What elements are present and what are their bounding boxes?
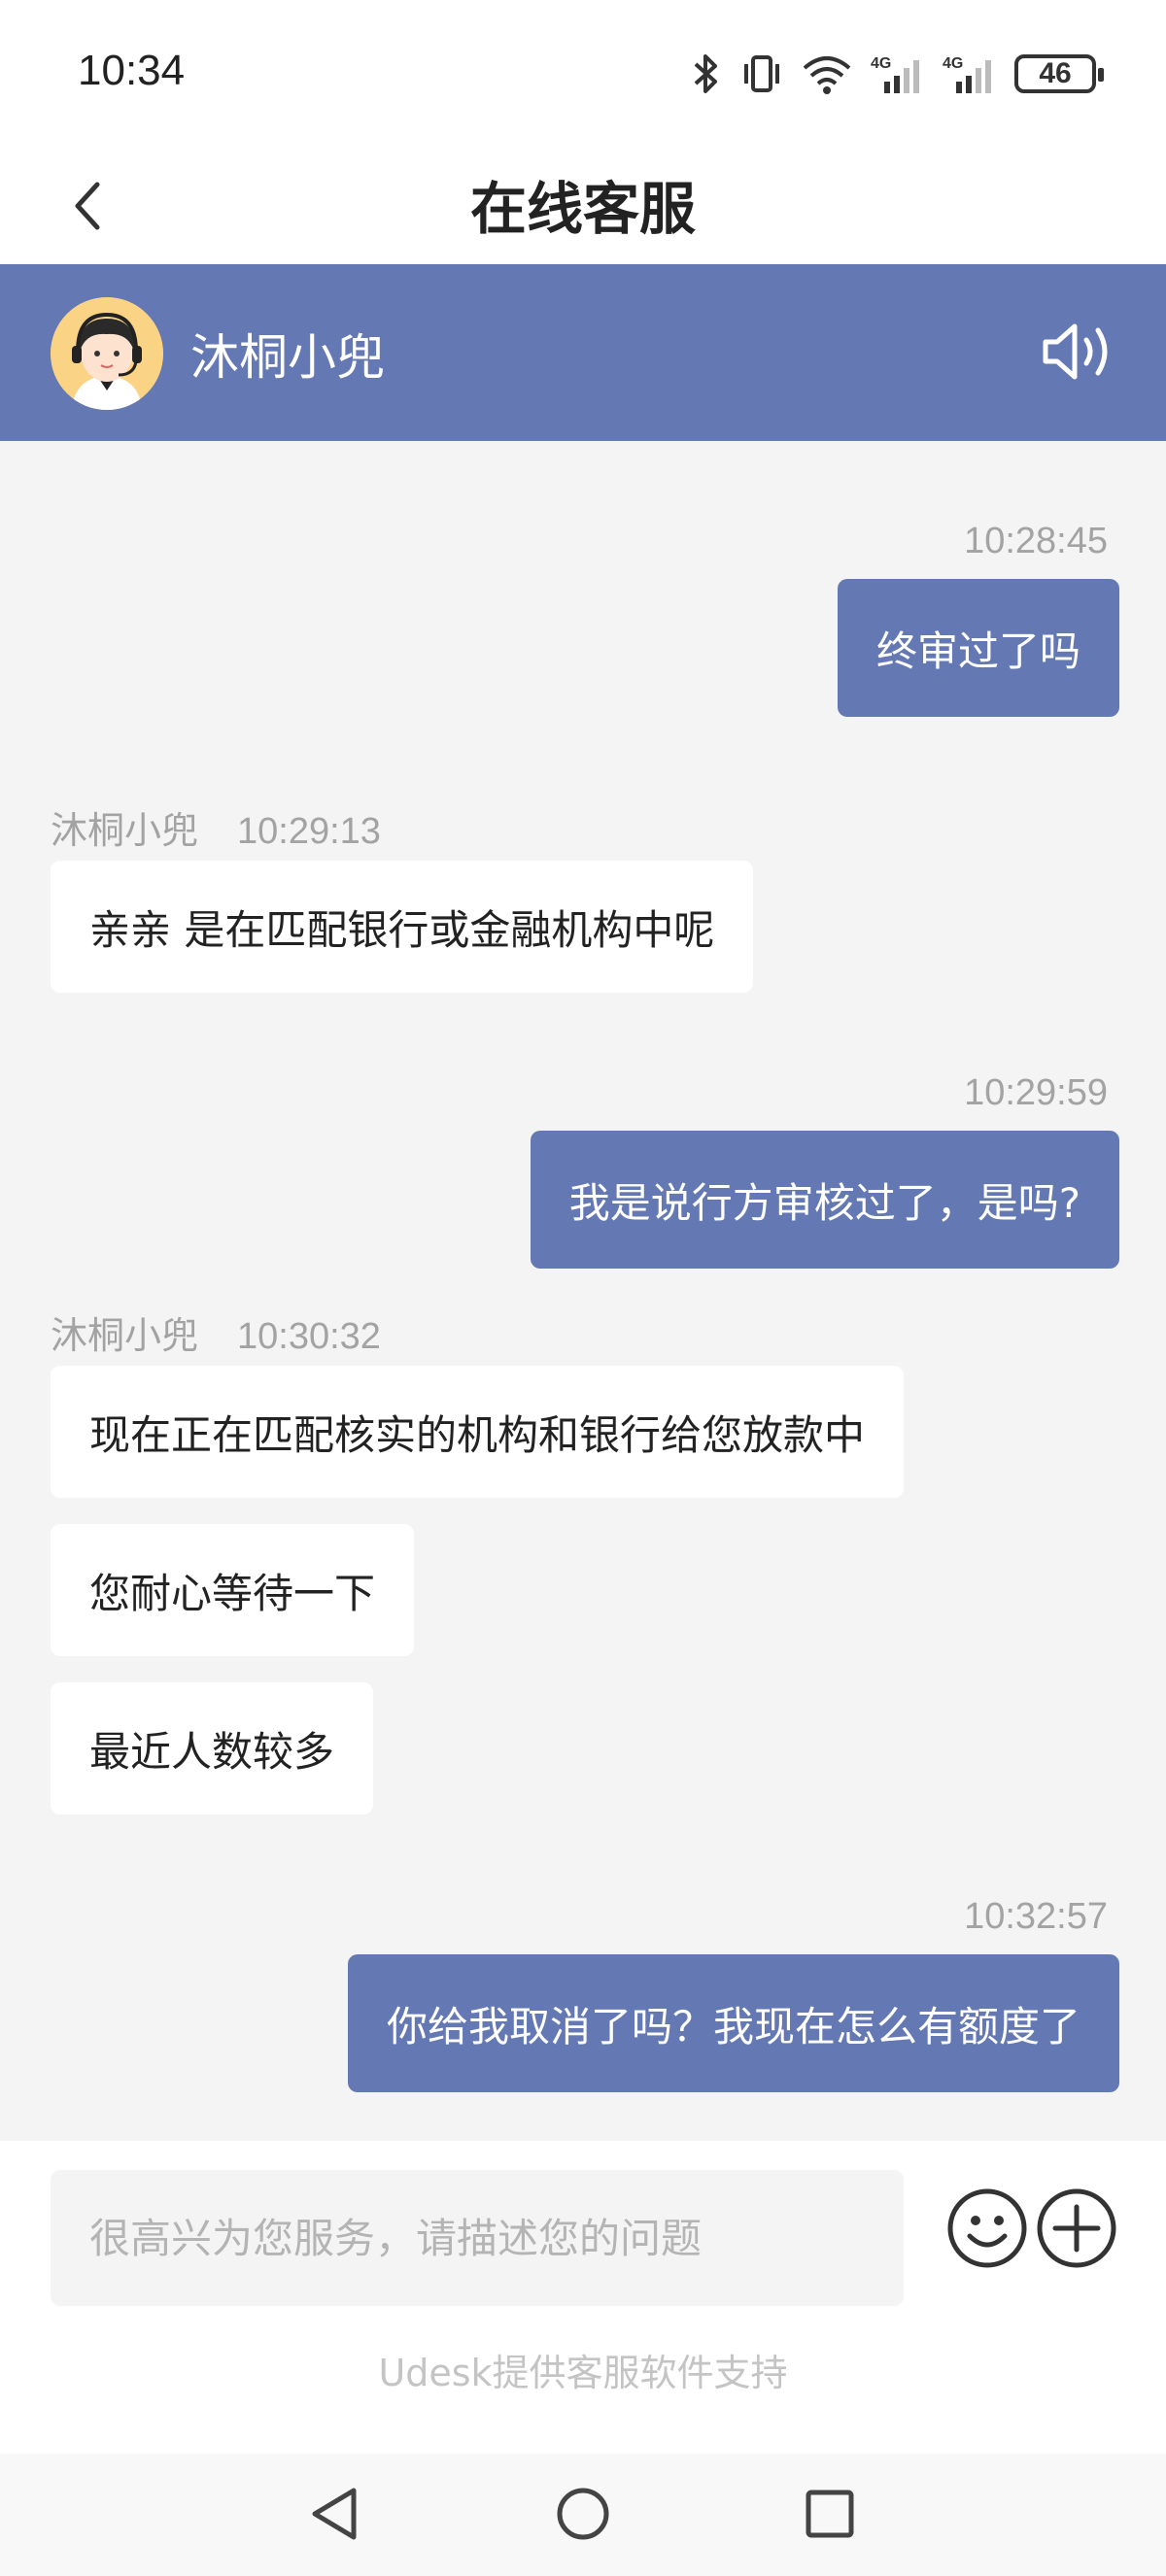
bluetooth-icon (690, 52, 723, 95)
agent-header: 沐桐小兜 (0, 264, 1166, 441)
message-bubble-outgoing[interactable]: 你给我取消了吗？我现在怎么有额度了 (347, 1954, 1119, 2092)
speaker-icon[interactable] (1040, 317, 1117, 387)
status-time: 10:34 (78, 47, 186, 94)
status-bar: 10:34 4G 4G 46 (0, 0, 1166, 146)
message-bubble-incoming[interactable]: 现在正在匹配核实的机构和银行给您放款中 (51, 1366, 905, 1498)
signal-4g-icon: 4G (943, 52, 997, 95)
plus-circle-icon (1037, 2188, 1116, 2268)
status-icons: 4G 4G 46 (690, 47, 1104, 101)
signal-4g-icon: 4G (871, 52, 925, 95)
svg-text:4G: 4G (871, 55, 891, 72)
system-nav-bar (0, 2454, 1166, 2576)
svg-text:4G: 4G (943, 55, 963, 72)
powered-by-text: Udesk提供客服软件支持 (378, 2352, 788, 2394)
message-bubble-incoming[interactable]: 您耐心等待一下 (51, 1524, 415, 1656)
message-input[interactable] (51, 2170, 904, 2306)
battery-level: 46 (1039, 57, 1072, 89)
battery-icon: 46 (1014, 54, 1104, 93)
sender-name: 沐桐小兜 (51, 1314, 199, 1357)
avatar (51, 297, 163, 410)
input-area: Udesk提供客服软件支持 (0, 2141, 1166, 2454)
agent-avatar-icon (51, 297, 163, 410)
message-timestamp: 10:28:45 (964, 521, 1108, 561)
message-timestamp: 10:29:13 (237, 811, 381, 852)
back-triangle-icon[interactable] (301, 2479, 371, 2549)
message-bubble-outgoing[interactable]: 终审过了吗 (837, 579, 1119, 717)
add-attachment-button[interactable] (1036, 2187, 1117, 2269)
sender-name: 沐桐小兜 (51, 809, 199, 852)
message-timestamp: 10:32:57 (964, 1896, 1108, 1937)
wifi-icon (801, 52, 853, 95)
title-bar: 在线客服 (0, 146, 1166, 264)
message-timestamp: 10:30:32 (237, 1316, 381, 1357)
smiley-icon (947, 2188, 1027, 2268)
message-bubble-outgoing[interactable]: 我是说行方审核过了，是吗? (530, 1131, 1119, 1269)
agent-name: 沐桐小兜 (190, 329, 385, 386)
page-title: 在线客服 (469, 176, 696, 242)
vibrate-icon (740, 52, 783, 95)
message-bubble-incoming[interactable]: 亲亲 是在匹配银行或金融机构中呢 (51, 861, 754, 993)
emoji-button[interactable] (946, 2187, 1028, 2269)
message-meta: 沐桐小兜 10:29:13 (51, 800, 381, 854)
chat-list[interactable]: 10:28:45 终审过了吗 沐桐小兜 10:29:13 亲亲 是在匹配银行或金融… (0, 441, 1166, 2141)
message-timestamp: 10:29:59 (964, 1072, 1108, 1113)
home-circle-icon[interactable] (548, 2479, 618, 2549)
recents-square-icon[interactable] (795, 2479, 865, 2549)
message-meta: 沐桐小兜 10:30:32 (51, 1305, 381, 1359)
message-bubble-incoming[interactable]: 最近人数较多 (51, 1682, 374, 1814)
